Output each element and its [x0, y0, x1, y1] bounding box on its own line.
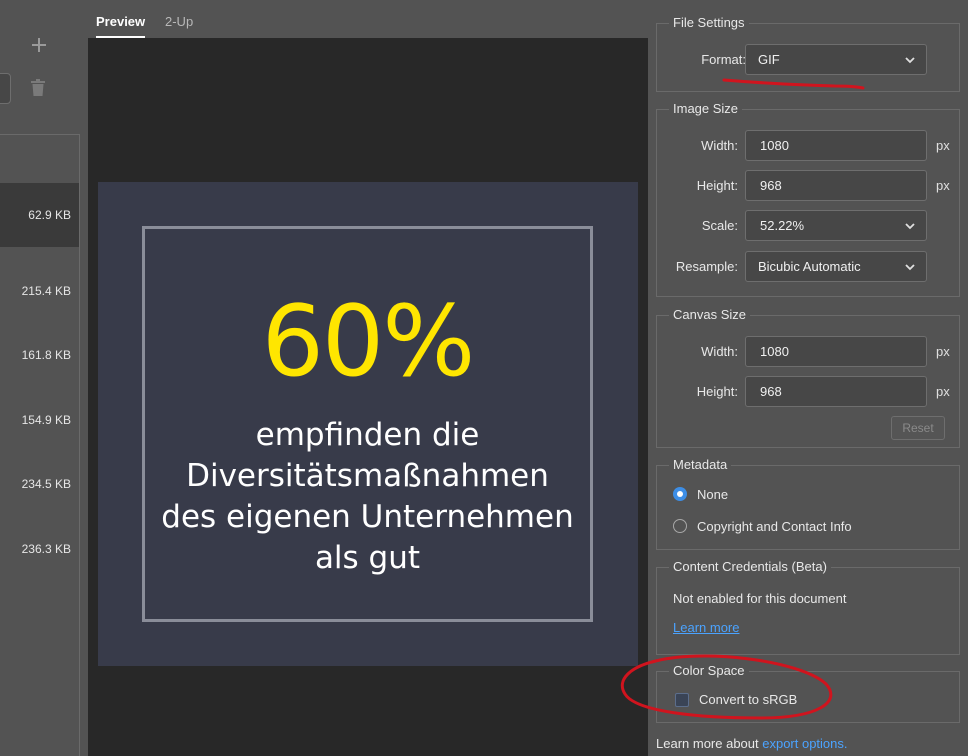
tab-preview[interactable]: Preview	[96, 14, 146, 38]
view-tabs: Preview 2-Up	[88, 0, 648, 38]
export-options-link[interactable]: export options.	[762, 736, 847, 751]
format-select[interactable]: GIF	[745, 44, 927, 75]
chevron-down-icon	[905, 264, 915, 271]
width-label: Width:	[701, 138, 738, 153]
file-settings-title: File Settings	[669, 15, 749, 30]
preview-image: 60% empfinden die Diversitätsmaßnahmen d…	[98, 182, 638, 666]
image-size-group: Image Size Width: 1080 px Height: 968 px…	[656, 101, 960, 297]
preset-file-size: 236.3 KB	[21, 542, 71, 556]
preset-file-size: 234.5 KB	[21, 477, 71, 491]
preset-file-size: 154.9 KB	[21, 413, 71, 427]
canvas-width-unit: px	[936, 344, 950, 359]
preset-item[interactable]: 62.9 KB	[0, 183, 79, 247]
width-unit: px	[936, 138, 950, 153]
file-settings-group: File Settings Format: GIF	[656, 15, 960, 92]
caption-line: Diversitätsmaßnahmen	[186, 458, 549, 494]
chevron-down-icon	[905, 223, 915, 230]
preset-file-size: 62.9 KB	[28, 208, 71, 222]
preset-item[interactable]: 161.8 KB	[0, 323, 79, 387]
caption-line: empfinden die	[255, 417, 480, 453]
content-credentials-title: Content Credentials (Beta)	[669, 559, 831, 574]
footer-prefix: Learn more about	[656, 736, 763, 751]
canvas-size-group: Canvas Size Width: 1080 px Height: 968 p…	[656, 307, 960, 448]
preset-item[interactable]: 154.9 KB	[0, 388, 79, 452]
image-height-input[interactable]: 968	[745, 170, 927, 201]
canvas-height-label: Height:	[696, 384, 738, 399]
color-space-title: Color Space	[669, 663, 749, 678]
chevron-down-icon	[905, 57, 915, 64]
canvas-height-unit: px	[936, 384, 950, 399]
metadata-none-radio[interactable]	[673, 487, 687, 501]
image-percentage: 60%	[261, 285, 476, 399]
learn-more-link[interactable]: Learn more	[673, 620, 739, 635]
image-width-input[interactable]: 1080	[745, 130, 927, 161]
resample-value: Bicubic Automatic	[758, 259, 861, 274]
image-frame: 60% empfinden die Diversitätsmaßnahmen d…	[142, 226, 593, 622]
canvas-width-label: Width:	[701, 344, 738, 359]
preset-item[interactable]: 215.4 KB	[0, 259, 79, 323]
canvas-width-input[interactable]: 1080	[745, 336, 927, 367]
scale-label: Scale:	[701, 218, 738, 233]
preset-list: 62.9 KB 215.4 KB 161.8 KB 154.9 KB 234.5…	[0, 134, 80, 756]
metadata-copyright-radio[interactable]	[673, 519, 687, 533]
resample-label: Resample:	[675, 259, 738, 274]
color-space-group: Color Space Convert to sRGB	[656, 663, 960, 723]
resample-select[interactable]: Bicubic Automatic	[745, 251, 927, 282]
metadata-title: Metadata	[669, 457, 732, 472]
canvas-height-input[interactable]: 968	[745, 376, 927, 407]
preview-canvas[interactable]: 60% empfinden die Diversitätsmaßnahmen d…	[88, 38, 648, 756]
metadata-none-label[interactable]: None	[697, 487, 728, 502]
preset-item[interactable]: 236.3 KB	[0, 517, 79, 581]
format-value: GIF	[758, 52, 780, 67]
caption-line: des eigenen Unternehmen	[161, 499, 574, 535]
convert-srgb-checkbox[interactable]	[675, 693, 689, 707]
reset-button[interactable]: Reset	[891, 416, 945, 440]
scale-value: 52.22%	[760, 218, 805, 233]
add-preset-icon[interactable]	[30, 36, 48, 54]
content-credentials-status: Not enabled for this document	[673, 591, 847, 606]
preset-panel: 62.9 KB 215.4 KB 161.8 KB 154.9 KB 234.5…	[0, 0, 88, 756]
image-size-title: Image Size	[669, 101, 743, 116]
caption-line: als gut	[314, 540, 421, 576]
settings-panel: File Settings Format: GIF Image Size Wid…	[648, 0, 968, 756]
scale-select[interactable]: 52.22%	[745, 210, 927, 241]
preset-file-size: 161.8 KB	[21, 348, 71, 362]
preset-item[interactable]: 234.5 KB	[0, 452, 79, 516]
metadata-group: Metadata None Copyright and Contact Info	[656, 457, 960, 550]
tab-2-up[interactable]: 2-Up	[165, 14, 193, 29]
trash-icon[interactable]	[30, 79, 46, 100]
height-label: Height:	[696, 178, 738, 193]
content-credentials-group: Content Credentials (Beta) Not enabled f…	[656, 559, 960, 655]
preset-file-size: 215.4 KB	[21, 284, 71, 298]
preset-name-field[interactable]	[0, 73, 11, 104]
image-caption: empfinden die Diversitätsmaßnahmen des e…	[145, 415, 590, 579]
height-unit: px	[936, 178, 950, 193]
metadata-copyright-label[interactable]: Copyright and Contact Info	[697, 519, 852, 534]
export-options-footer: Learn more about export options.	[656, 736, 848, 751]
canvas-size-title: Canvas Size	[669, 307, 750, 322]
format-label: Format:	[701, 52, 746, 67]
convert-srgb-label[interactable]: Convert to sRGB	[699, 692, 797, 707]
